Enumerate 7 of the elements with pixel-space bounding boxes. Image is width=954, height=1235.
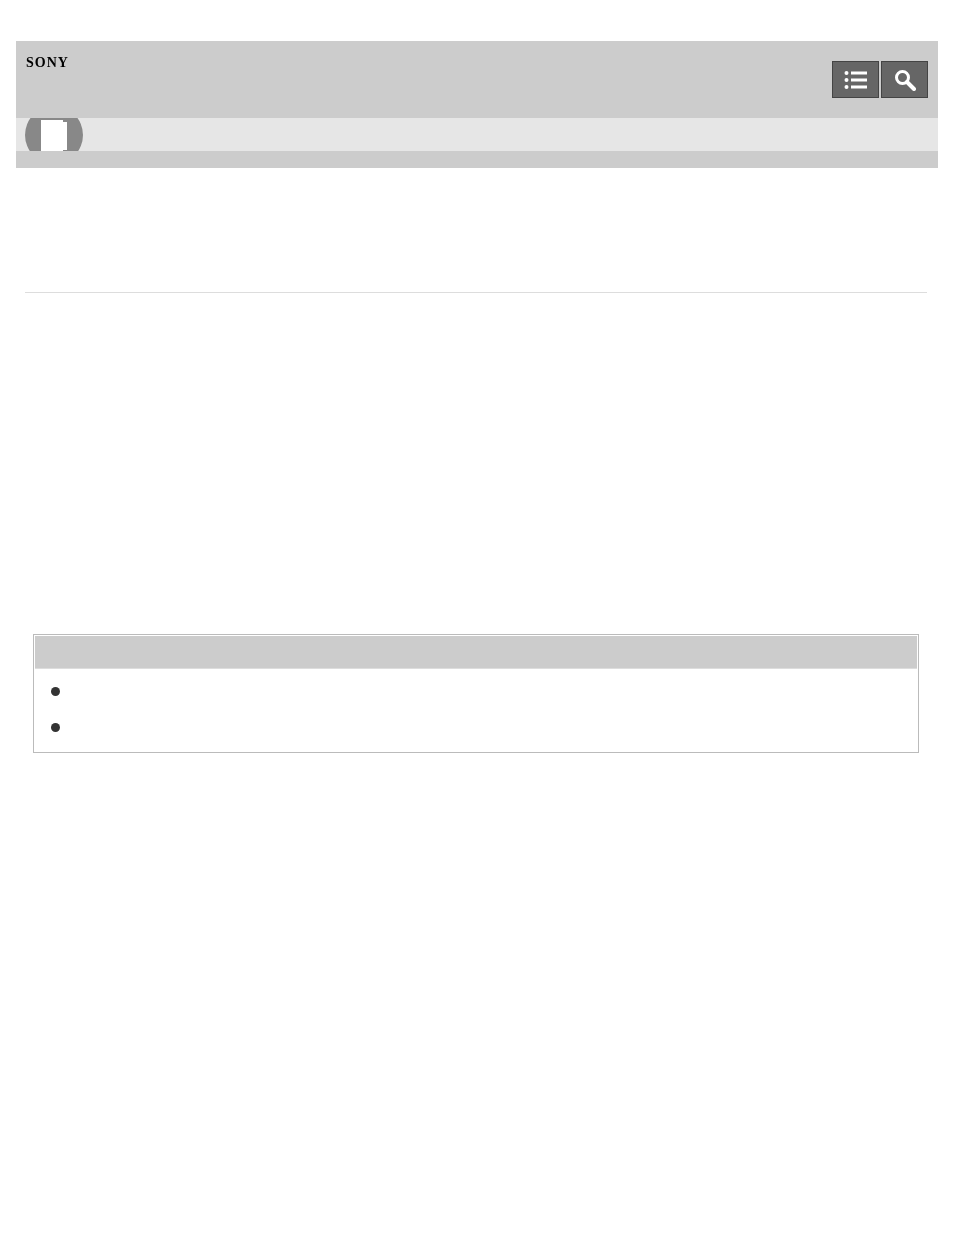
bullet-dot (51, 723, 60, 732)
search-icon (893, 68, 916, 91)
list-icon (843, 69, 868, 90)
brand-logo: SONY (26, 55, 69, 71)
bullet-dot (51, 687, 60, 696)
search-button[interactable] (881, 61, 928, 98)
contents-button[interactable] (832, 61, 879, 98)
